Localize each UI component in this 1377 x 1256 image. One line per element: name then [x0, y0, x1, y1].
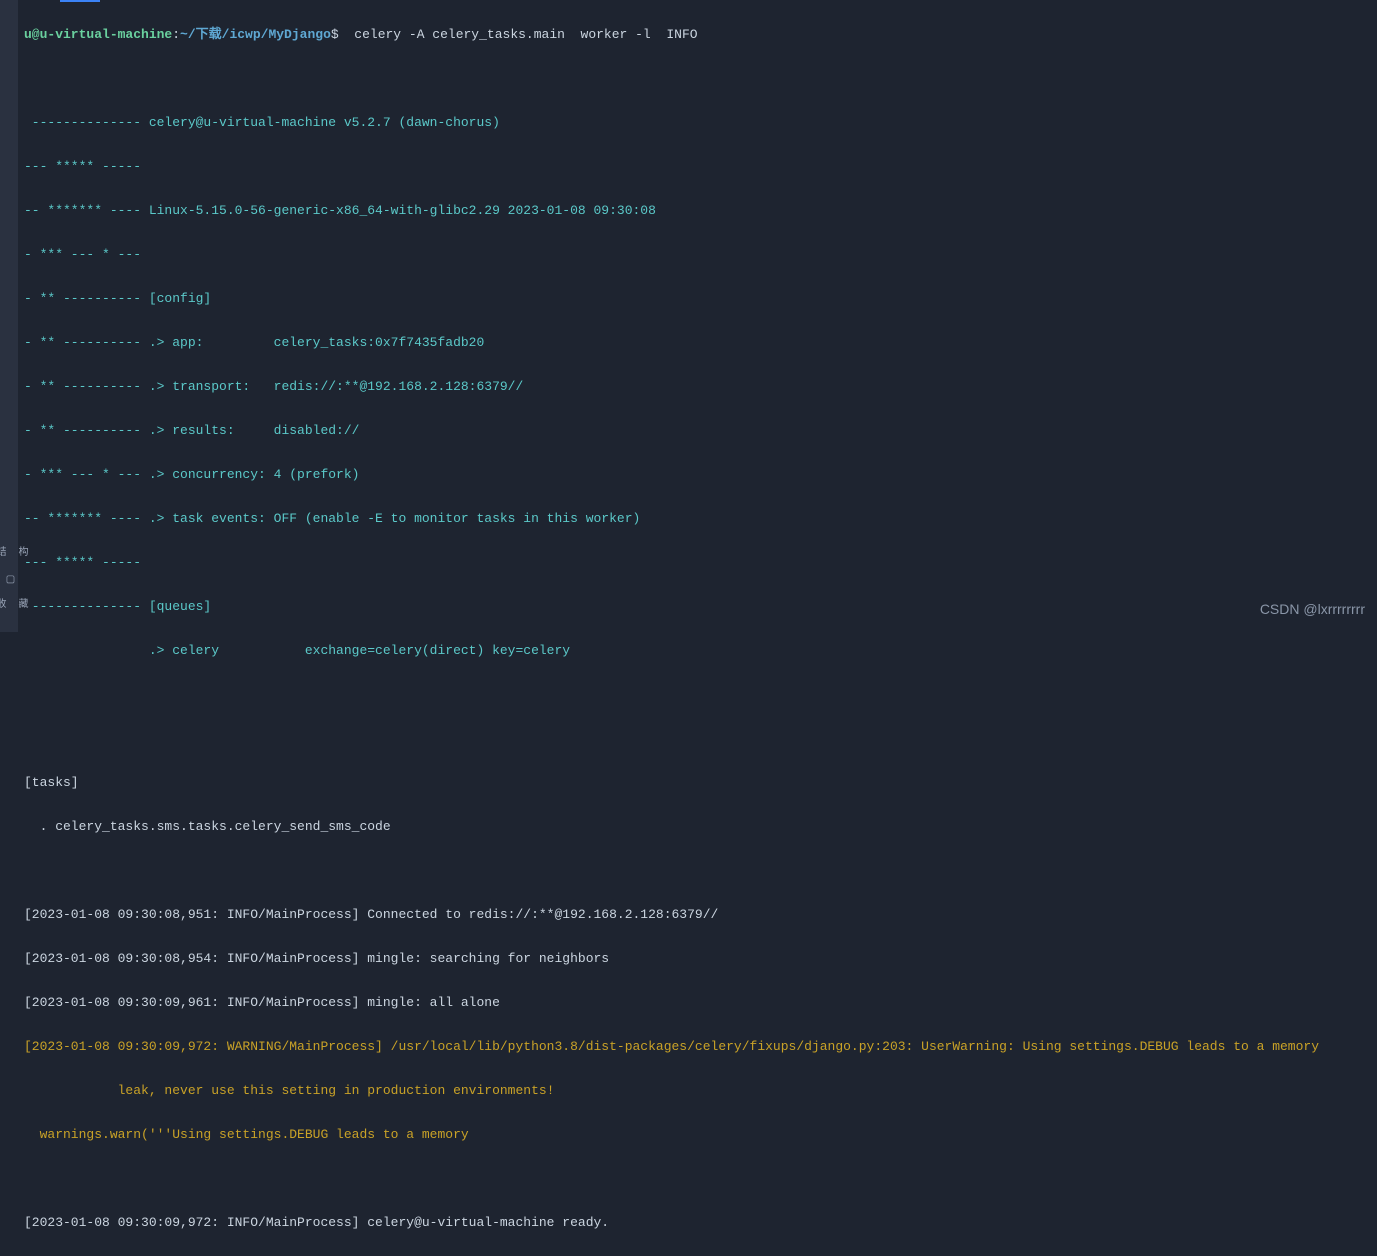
- log-ready-line: [2023-01-08 09:30:09,972: INFO/MainProce…: [24, 1212, 1373, 1234]
- prompt-colon: :: [172, 27, 180, 42]
- banner-line: - ** ---------- .> transport: redis://:*…: [24, 376, 1373, 398]
- prompt-path: ~/下载/icwp/MyDjango: [180, 27, 331, 42]
- prompt-dollar: $: [331, 27, 339, 42]
- banner-line: --- ***** -----: [24, 552, 1373, 574]
- banner-line: -- ******* ---- Linux-5.15.0-56-generic-…: [24, 200, 1373, 222]
- prompt-line: u@u-virtual-machine:~/下载/icwp/MyDjango$ …: [24, 24, 1373, 46]
- banner-line: - ** ---------- .> app: celery_tasks:0x7…: [24, 332, 1373, 354]
- sidebar-icon-favorite[interactable]: 收藏: [2, 598, 16, 612]
- banner-line: - ** ---------- .> results: disabled://: [24, 420, 1373, 442]
- banner-line: --- ***** -----: [24, 156, 1373, 178]
- blank-line: [24, 684, 1373, 706]
- log-warning-line: [2023-01-08 09:30:09,972: WARNING/MainPr…: [24, 1036, 1373, 1058]
- blank-line: [24, 860, 1373, 882]
- banner-line: .> celery exchange=celery(direct) key=ce…: [24, 640, 1373, 662]
- banner-line: -------------- celery@u-virtual-machine …: [24, 112, 1373, 134]
- watermark-text: CSDN @lxrrrrrrrr: [1260, 598, 1365, 620]
- log-warning-line: leak, never use this setting in producti…: [24, 1080, 1373, 1102]
- log-warning-line: warnings.warn('''Using settings.DEBUG le…: [24, 1124, 1373, 1146]
- terminal-output[interactable]: u@u-virtual-machine:~/下载/icwp/MyDjango$ …: [20, 0, 1377, 632]
- banner-line: - *** --- * ---: [24, 244, 1373, 266]
- log-info-line: [2023-01-08 09:30:09,961: INFO/MainProce…: [24, 992, 1373, 1014]
- banner-line: - *** --- * --- .> concurrency: 4 (prefo…: [24, 464, 1373, 486]
- banner-line: - ** ---------- [config]: [24, 288, 1373, 310]
- editor-sidebar: 结构 ▢ 收藏: [0, 0, 18, 632]
- blank-line: [24, 728, 1373, 750]
- log-info-line: [2023-01-08 09:30:08,954: INFO/MainProce…: [24, 948, 1373, 970]
- log-info-line: [2023-01-08 09:30:08,951: INFO/MainProce…: [24, 904, 1373, 926]
- sidebar-icon-structure[interactable]: 结构: [2, 546, 16, 560]
- banner-line: -------------- [queues]: [24, 596, 1373, 618]
- task-item: . celery_tasks.sms.tasks.celery_send_sms…: [24, 816, 1373, 838]
- prompt-user: u@u-virtual-machine: [24, 27, 172, 42]
- tasks-header: [tasks]: [24, 772, 1373, 794]
- blank-line: [24, 68, 1373, 90]
- sidebar-icon-bookmark[interactable]: ▢: [2, 572, 16, 586]
- blank-line: [24, 1168, 1373, 1190]
- banner-line: -- ******* ---- .> task events: OFF (ena…: [24, 508, 1373, 530]
- command-text: celery -A celery_tasks.main worker -l IN…: [339, 27, 698, 42]
